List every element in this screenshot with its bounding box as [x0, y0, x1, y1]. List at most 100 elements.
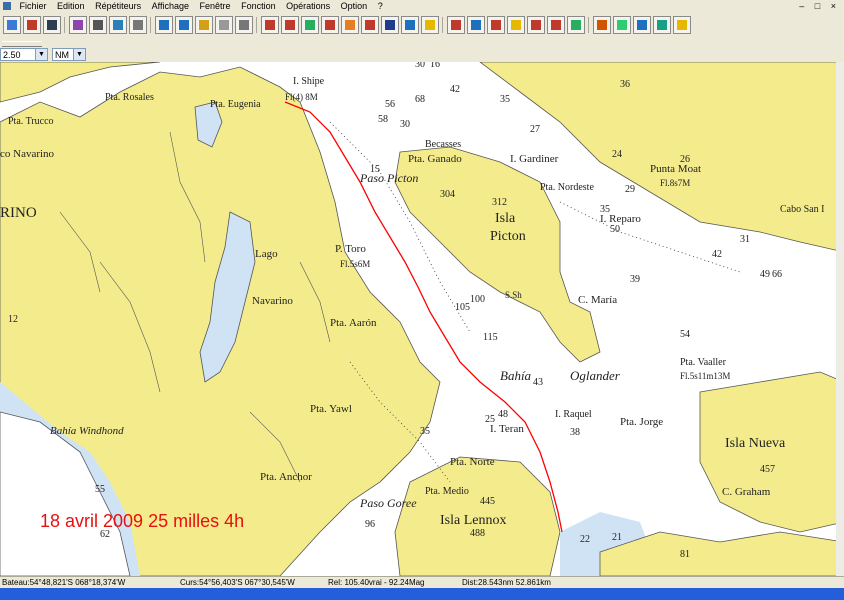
boat-button[interactable] [261, 16, 279, 34]
menu-help[interactable]: ? [374, 0, 387, 12]
label-navarino: Navarino [252, 295, 293, 307]
unit-value: NM [55, 50, 69, 60]
weather-icon [657, 20, 667, 30]
label-paso-goree: Paso Goree [359, 496, 417, 510]
printer-button[interactable] [89, 16, 107, 34]
speed-select[interactable]: 2.50 ▼ [0, 48, 48, 61]
layer-button[interactable] [421, 16, 439, 34]
waypoint-button[interactable] [341, 16, 359, 34]
select-rect-button[interactable] [215, 16, 233, 34]
chevron-down-icon[interactable]: ▼ [73, 49, 85, 60]
menu-operations[interactable]: Opérations [282, 0, 334, 12]
target-button[interactable] [281, 16, 299, 34]
unit-select[interactable]: NM ▼ [52, 48, 86, 61]
menu-fonction[interactable]: Fonction [237, 0, 280, 12]
depth-sounding: 35 [500, 94, 510, 105]
depth-sounding: 36 [620, 79, 630, 90]
lifebuoy-button[interactable] [547, 16, 565, 34]
hand-button[interactable] [195, 16, 213, 34]
page-button[interactable] [129, 16, 147, 34]
zoom-in-icon [159, 20, 169, 30]
zoom-rect-button[interactable] [235, 16, 253, 34]
label-c-graham: C. Graham [722, 486, 771, 498]
wind-button[interactable] [527, 16, 545, 34]
zoom-in-button[interactable] [155, 16, 173, 34]
toolbar-separator [150, 17, 151, 33]
depth-sounding: 66 [772, 269, 782, 280]
about-button[interactable] [673, 16, 691, 34]
depth-sounding: 54 [680, 329, 690, 340]
print-button[interactable] [23, 16, 41, 34]
depth-sounding: 35 [600, 204, 610, 215]
label-paso-picton: Paso Picton [359, 171, 418, 185]
main-toolbar [0, 12, 844, 39]
measure-button[interactable] [633, 16, 651, 34]
restore-icon[interactable]: □ [811, 1, 824, 11]
depth-sounding: 16 [430, 62, 440, 70]
window-button[interactable] [401, 16, 419, 34]
mob-button[interactable] [487, 16, 505, 34]
track-button[interactable] [321, 16, 339, 34]
compass-button[interactable] [467, 16, 485, 34]
mob-icon [491, 20, 501, 30]
depth-sounding: 31 [740, 234, 750, 245]
chart-canvas[interactable]: RINO co Navarino Pta. Trucco Pta. Rosale… [0, 62, 844, 576]
label-pta-anchor: Pta. Anchor [260, 471, 312, 483]
route-tool-icon [511, 20, 521, 30]
menu-repetiteurs[interactable]: Répétiteurs [91, 0, 145, 12]
label-304: 304 [440, 189, 455, 200]
edit-route-icon [365, 20, 375, 30]
gps-button[interactable] [447, 16, 465, 34]
new-button[interactable] [3, 16, 21, 34]
chart-icon [571, 20, 581, 30]
help-cursor-button[interactable] [69, 16, 87, 34]
nautical-chart[interactable]: RINO co Navarino Pta. Trucco Pta. Rosale… [0, 62, 844, 576]
toolbar-grip[interactable] [2, 41, 42, 47]
menu-fichier[interactable]: Fichier [16, 0, 51, 12]
label-pta-jorge: Pta. Jorge [620, 416, 663, 428]
label-p-toro: P. Toro [335, 243, 366, 255]
label-445: 445 [480, 496, 495, 507]
depth-sounding: 100 [470, 294, 485, 305]
minimize-icon[interactable]: – [795, 1, 808, 11]
menu-affichage[interactable]: Affichage [148, 0, 193, 12]
weather-button[interactable] [653, 16, 671, 34]
menu-edition[interactable]: Edition [53, 0, 89, 12]
label-pta-nordeste: Pta. Nordeste [540, 182, 594, 193]
label-i-raquel: I. Raquel [555, 409, 592, 420]
app-icon[interactable] [3, 2, 11, 10]
chevron-down-icon[interactable]: ▼ [35, 49, 47, 60]
text-button[interactable] [381, 16, 399, 34]
save-button[interactable] [43, 16, 61, 34]
label-fl4-8m: Fl(4) 8M [285, 92, 318, 102]
depth-sounding: 25 [485, 414, 495, 425]
secondary-toolbar: 2.50 ▼ NM ▼ [0, 38, 844, 62]
depth-sounding: 21 [612, 532, 622, 543]
depth-sounding: 15 [370, 164, 380, 175]
preview-button[interactable] [109, 16, 127, 34]
close-icon[interactable]: × [827, 1, 840, 11]
depth-sounding: 30 [415, 62, 425, 70]
vertical-scrollbar[interactable] [836, 62, 844, 576]
tide-button[interactable] [613, 16, 631, 34]
route-tool-button[interactable] [507, 16, 525, 34]
speed-value: 2.50 [3, 50, 21, 60]
label-isla-picton: Isla [495, 211, 516, 226]
depth-sounding: 81 [680, 549, 690, 560]
target-icon [285, 20, 295, 30]
route-button[interactable] [301, 16, 319, 34]
menu-fenetre[interactable]: Fenêtre [196, 0, 235, 12]
hand-icon [199, 20, 209, 30]
edit-route-button[interactable] [361, 16, 379, 34]
grid-button[interactable] [593, 16, 611, 34]
label-bahia-windhond: Bahía Windhond [50, 425, 124, 437]
help-cursor-icon [73, 20, 83, 30]
taskbar [0, 588, 844, 600]
menu-option[interactable]: Option [337, 0, 372, 12]
depth-sounding: 115 [483, 332, 498, 343]
depth-sounding: 56 [385, 99, 395, 110]
depth-sounding: 12 [8, 314, 18, 325]
zoom-out-button[interactable] [175, 16, 193, 34]
depth-sounding: 39 [630, 274, 640, 285]
chart-button[interactable] [567, 16, 585, 34]
